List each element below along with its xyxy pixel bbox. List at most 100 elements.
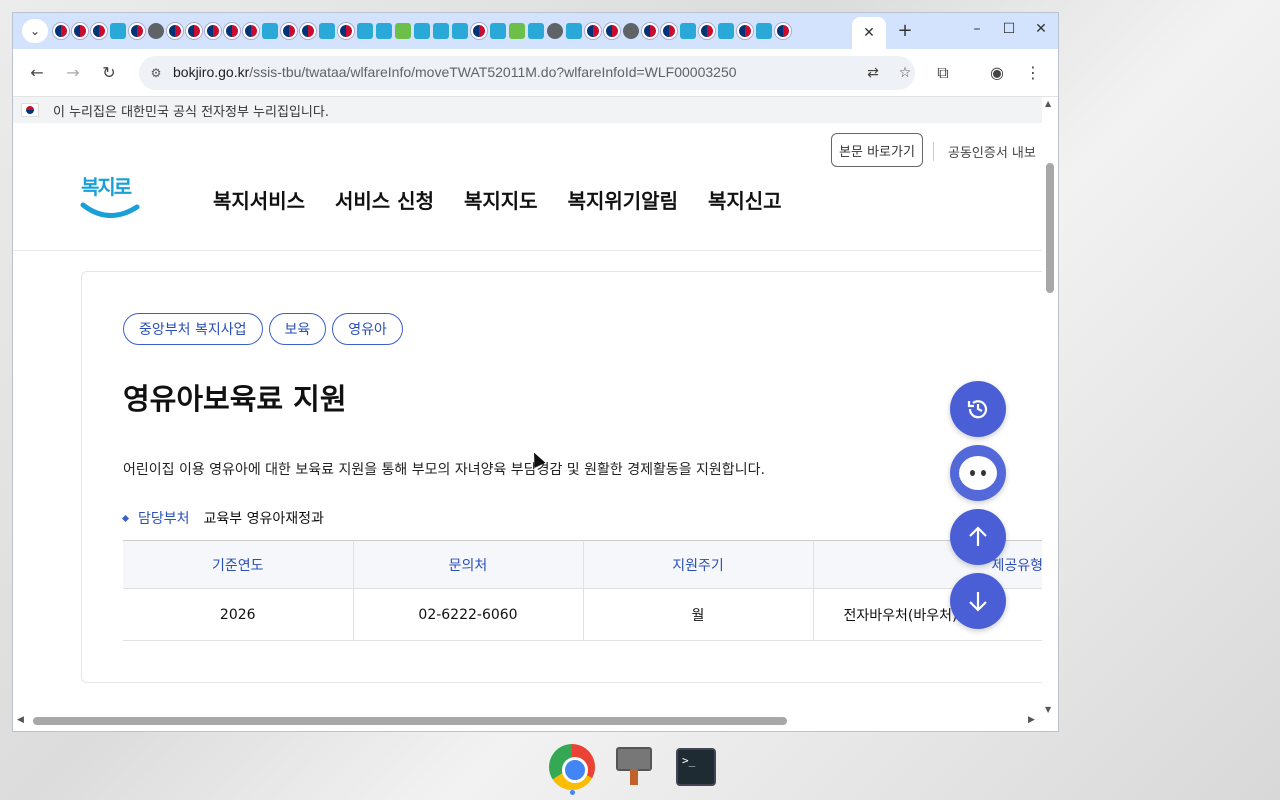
dock-chrome[interactable] bbox=[548, 743, 596, 795]
tab-favicon[interactable] bbox=[338, 23, 354, 39]
browser-window: ⌄ ✕ + – ☐ ✕ ← → ↻ ⚙ bokjiro.go.kr/ssis-t… bbox=[12, 12, 1059, 732]
address-bar[interactable]: ⚙ bokjiro.go.kr/ssis-tbu/twataa/wlfareIn… bbox=[139, 56, 915, 90]
extensions-icon[interactable]: ⧉ bbox=[931, 61, 955, 85]
tab-favicon[interactable] bbox=[357, 23, 373, 39]
scroll-top-button[interactable] bbox=[950, 509, 1006, 565]
scroll-up-arrow-icon[interactable]: ▲ bbox=[1045, 99, 1051, 108]
tab-favicon[interactable] bbox=[661, 23, 677, 39]
arrow-down-icon bbox=[969, 592, 987, 612]
vertical-scrollbar[interactable]: ▲ ▼ bbox=[1042, 97, 1058, 717]
nav-welfare-map[interactable]: 복지지도 bbox=[464, 185, 538, 214]
tag-chip[interactable]: 보육 bbox=[268, 313, 327, 345]
service-info-table: 기준연도 문의처 지원주기 제공유형 2026 02-6222-6060 월 전… bbox=[123, 540, 1043, 641]
tab-search-chevron-icon[interactable]: ⌄ bbox=[22, 19, 48, 43]
translate-icon[interactable]: ⇄ bbox=[863, 63, 883, 83]
back-icon[interactable]: ← bbox=[25, 61, 49, 85]
tab-favicon[interactable] bbox=[167, 23, 183, 39]
tab-favicon[interactable] bbox=[72, 23, 88, 39]
tab-favicon[interactable] bbox=[452, 23, 468, 39]
nav-welfare-services[interactable]: 복지서비스 bbox=[213, 185, 305, 214]
tab-favicon[interactable] bbox=[528, 23, 544, 39]
tab-favicon[interactable] bbox=[490, 23, 506, 39]
bookmark-star-icon[interactable]: ☆ bbox=[895, 63, 915, 83]
scroll-right-arrow-icon[interactable]: ▶ bbox=[1028, 715, 1035, 725]
tab-favicon[interactable] bbox=[471, 23, 487, 39]
tab-favicon[interactable] bbox=[262, 23, 278, 39]
maximize-icon[interactable]: ☐ bbox=[999, 21, 1019, 37]
tab-favicon[interactable] bbox=[680, 23, 696, 39]
tab-favicon[interactable] bbox=[300, 23, 316, 39]
tab-favicon[interactable] bbox=[319, 23, 335, 39]
tab-favicon[interactable] bbox=[148, 23, 164, 39]
tab-favicon[interactable] bbox=[718, 23, 734, 39]
horizontal-scrollbar[interactable]: ◀ ▶ bbox=[13, 713, 1042, 729]
minimize-icon[interactable]: – bbox=[967, 21, 987, 37]
tab-favicon[interactable] bbox=[205, 23, 221, 39]
tab-favicon[interactable] bbox=[433, 23, 449, 39]
tab-favicon[interactable] bbox=[509, 23, 525, 39]
history-icon bbox=[967, 400, 988, 419]
chatbot-button[interactable] bbox=[950, 445, 1006, 501]
tab-favicon[interactable] bbox=[395, 23, 411, 39]
system-tool-icon bbox=[616, 747, 652, 787]
cell-type: 전자바우처(바우처) bbox=[813, 588, 1043, 641]
tab-favicon[interactable] bbox=[414, 23, 430, 39]
tab-favicon[interactable] bbox=[243, 23, 259, 39]
tab-list bbox=[53, 21, 791, 41]
new-tab-button[interactable]: + bbox=[895, 21, 915, 41]
nav-service-apply[interactable]: 서비스 신청 bbox=[335, 185, 434, 214]
tab-favicon[interactable] bbox=[756, 23, 772, 39]
tag-chip[interactable]: 영유아 bbox=[332, 313, 403, 345]
main-nav: 복지서비스 서비스 신청 복지지도 복지위기알림 복지신고 bbox=[213, 185, 782, 214]
tab-favicon[interactable] bbox=[737, 23, 753, 39]
tab-favicon[interactable] bbox=[775, 23, 791, 39]
bullet-icon bbox=[121, 514, 130, 522]
profile-icon[interactable]: ◉ bbox=[985, 61, 1009, 85]
scroll-bottom-button[interactable] bbox=[950, 573, 1006, 629]
tab-favicon[interactable] bbox=[699, 23, 715, 39]
taskbar-dock: >_ bbox=[548, 740, 720, 795]
department-value: 교육부 영유아재정과 bbox=[203, 511, 324, 527]
logo-smile-icon bbox=[80, 202, 140, 218]
tab-favicon[interactable] bbox=[623, 23, 639, 39]
dock-terminal[interactable]: >_ bbox=[672, 743, 720, 791]
site-info-icon[interactable]: ⚙ bbox=[147, 64, 165, 82]
skip-to-content-button[interactable]: 본문 바로가기 bbox=[831, 133, 923, 167]
tag-chip[interactable]: 중앙부처 복지사업 bbox=[123, 313, 263, 345]
cell-contact: 02-6222-6060 bbox=[353, 588, 584, 641]
korea-flag-icon bbox=[21, 103, 39, 117]
table-header-row: 기준연도 문의처 지원주기 제공유형 bbox=[123, 540, 1043, 589]
scroll-left-arrow-icon[interactable]: ◀ bbox=[17, 715, 24, 725]
tab-favicon[interactable] bbox=[110, 23, 126, 39]
tab-favicon[interactable] bbox=[566, 23, 582, 39]
tab-favicon[interactable] bbox=[129, 23, 145, 39]
service-description: 어린이집 이용 영유아에 대한 보육료 지원을 통해 부모의 자녀양육 부담경감… bbox=[123, 462, 765, 478]
horizontal-scroll-thumb[interactable] bbox=[33, 717, 787, 725]
tab-favicon[interactable] bbox=[585, 23, 601, 39]
tab-favicon[interactable] bbox=[547, 23, 563, 39]
tab-favicon[interactable] bbox=[642, 23, 658, 39]
dock-system-tool[interactable] bbox=[610, 743, 658, 791]
bokjiro-logo[interactable]: 복지로 bbox=[79, 171, 141, 223]
tab-favicon[interactable] bbox=[376, 23, 392, 39]
chrome-icon bbox=[549, 744, 595, 790]
tab-favicon[interactable] bbox=[53, 23, 69, 39]
nav-welfare-report[interactable]: 복지신고 bbox=[708, 185, 782, 214]
url-text[interactable]: bokjiro.go.kr/ssis-tbu/twataa/wlfareInfo… bbox=[173, 64, 737, 80]
cert-export-link[interactable]: 공동인증서 내보 bbox=[933, 142, 1036, 161]
vertical-scroll-thumb[interactable] bbox=[1046, 163, 1054, 293]
tab-favicon[interactable] bbox=[224, 23, 240, 39]
scroll-down-arrow-icon[interactable]: ▼ bbox=[1045, 705, 1051, 714]
active-tab-close-icon[interactable]: ✕ bbox=[852, 17, 886, 49]
tab-favicon[interactable] bbox=[604, 23, 620, 39]
reload-icon[interactable]: ↻ bbox=[97, 61, 121, 85]
tab-favicon[interactable] bbox=[186, 23, 202, 39]
nav-welfare-alert[interactable]: 복지위기알림 bbox=[568, 185, 678, 214]
history-button[interactable] bbox=[950, 381, 1006, 437]
close-window-icon[interactable]: ✕ bbox=[1031, 21, 1051, 37]
col-base-year: 기준연도 bbox=[123, 540, 354, 589]
menu-kebab-icon[interactable]: ⋮ bbox=[1021, 61, 1045, 85]
tab-favicon[interactable] bbox=[281, 23, 297, 39]
forward-icon[interactable]: → bbox=[61, 61, 85, 85]
tab-favicon[interactable] bbox=[91, 23, 107, 39]
